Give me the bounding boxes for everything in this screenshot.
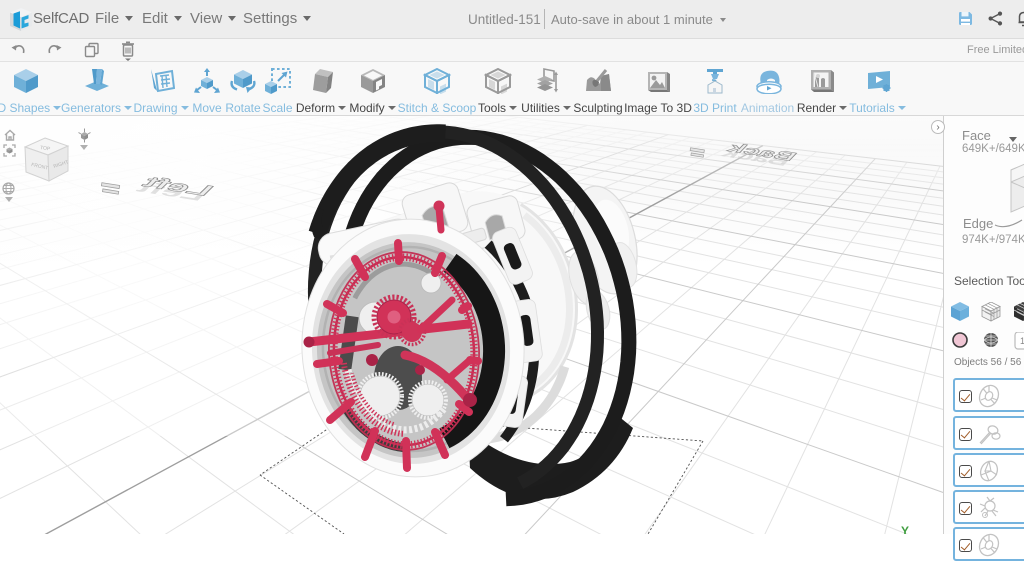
svg-text:1: 1 [1020,336,1024,346]
